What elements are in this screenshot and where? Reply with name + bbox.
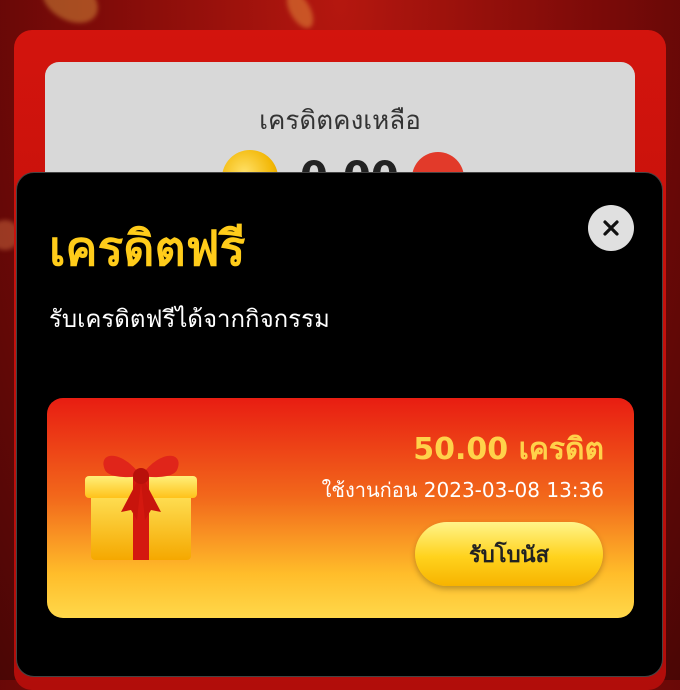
bonus-expiry: ใช้งานก่อน 2023-03-08 13:36 <box>321 478 604 502</box>
free-credit-modal: เครดิตฟรี รับเครดิตฟรีได้จากกิจกรรม 50.0… <box>16 172 663 677</box>
background-streak <box>281 0 319 33</box>
bonus-amount: 50.00 เครดิต <box>413 432 604 467</box>
background-streak <box>34 0 106 33</box>
close-button[interactable] <box>588 205 634 251</box>
close-icon <box>603 220 619 236</box>
modal-subtitle: รับเครดิตฟรีได้จากกิจกรรม <box>49 305 330 333</box>
modal-title: เครดิตฟรี <box>49 221 246 277</box>
balance-title: เครดิตคงเหลือ <box>259 106 421 136</box>
bonus-card: 50.00 เครดิต ใช้งานก่อน 2023-03-08 13:36… <box>47 398 634 618</box>
gift-icon <box>85 455 197 560</box>
claim-bonus-button[interactable]: รับโบนัส <box>415 522 603 586</box>
